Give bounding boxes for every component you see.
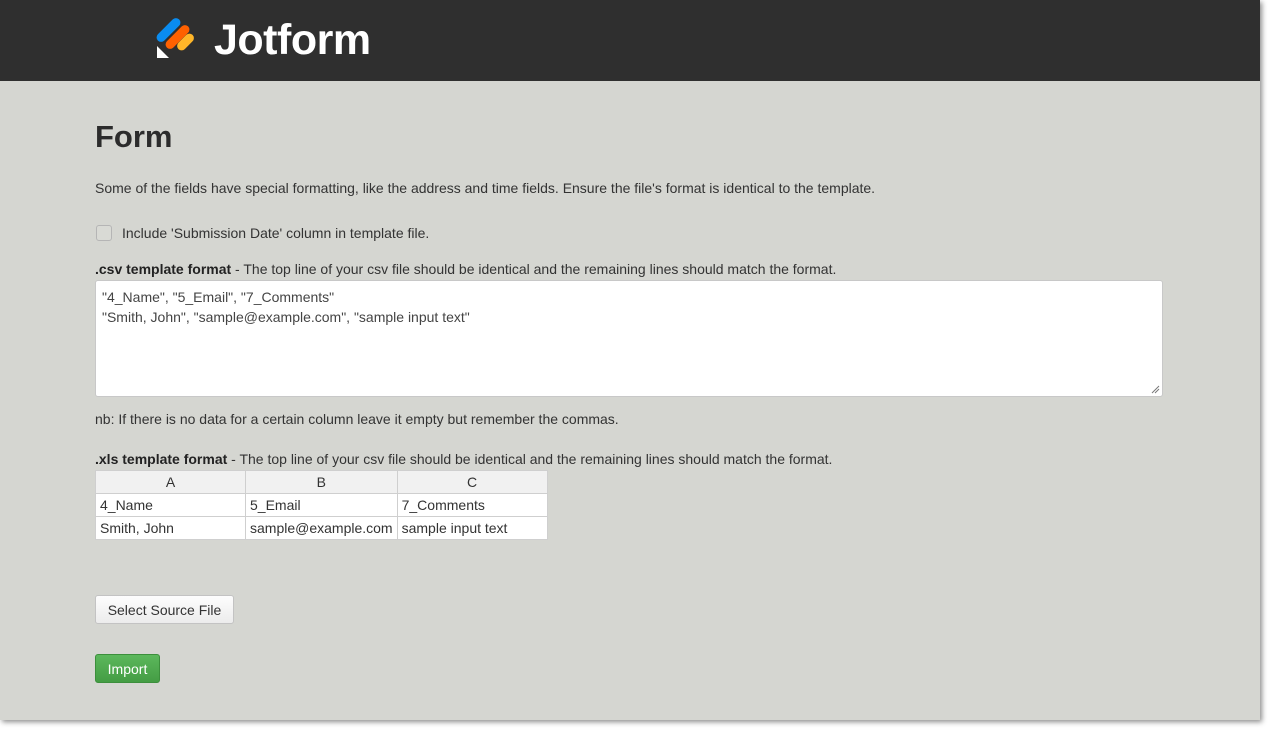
xls-template-table: A B C 4_Name 5_Email 7_Comments Smith, J… bbox=[95, 470, 548, 540]
submission-date-checkbox[interactable] bbox=[96, 225, 112, 241]
table-cell: 5_Email bbox=[245, 493, 398, 517]
csv-sample-line: "Smith, John", "sample@example.com", "sa… bbox=[102, 309, 470, 325]
csv-format-label-text: - The top line of your csv file should b… bbox=[231, 261, 837, 277]
xls-column-header-row: A B C bbox=[95, 470, 548, 494]
table-row: 4_Name 5_Email 7_Comments bbox=[95, 493, 548, 517]
xls-format-label: .xls template format - The top line of y… bbox=[95, 451, 832, 467]
table-cell: 7_Comments bbox=[396, 493, 548, 517]
table-row: Smith, John sample@example.com sample in… bbox=[95, 516, 548, 540]
xls-column-header: A bbox=[95, 470, 246, 494]
commas-note: nb: If there is no data for a certain co… bbox=[95, 411, 619, 427]
csv-template-textarea[interactable]: "4_Name", "5_Email", "7_Comments" "Smith… bbox=[95, 280, 1163, 397]
xls-format-label-text: - The top line of your csv file should b… bbox=[227, 451, 833, 467]
submission-date-option[interactable]: Include 'Submission Date' column in temp… bbox=[96, 225, 429, 241]
xls-column-header: B bbox=[245, 470, 398, 494]
resize-grip-icon[interactable] bbox=[1150, 384, 1160, 394]
submission-date-label: Include 'Submission Date' column in temp… bbox=[122, 225, 430, 241]
page-title: Form bbox=[95, 119, 173, 154]
import-window: Jotform Form Some of the fields have spe… bbox=[0, 0, 1260, 720]
jotform-logo-icon bbox=[156, 18, 194, 58]
page-description: Some of the fields have special formatti… bbox=[95, 180, 876, 196]
xls-format-label-bold: .xls template format bbox=[95, 451, 228, 467]
table-cell: Smith, John bbox=[95, 516, 246, 540]
header-bar: Jotform bbox=[0, 0, 1260, 81]
table-cell: 4_Name bbox=[95, 493, 246, 517]
xls-column-header: C bbox=[396, 470, 548, 494]
csv-header-line: "4_Name", "5_Email", "7_Comments" bbox=[102, 289, 335, 305]
table-cell: sample input text bbox=[396, 516, 548, 540]
select-source-file-button[interactable]: Select Source File bbox=[95, 595, 234, 624]
table-cell: sample@example.com bbox=[245, 516, 398, 540]
csv-format-label: .csv template format - The top line of y… bbox=[95, 261, 836, 277]
csv-format-label-bold: .csv template format bbox=[95, 261, 232, 277]
brand-name: Jotform bbox=[214, 16, 371, 64]
import-button[interactable]: Import bbox=[95, 654, 160, 683]
